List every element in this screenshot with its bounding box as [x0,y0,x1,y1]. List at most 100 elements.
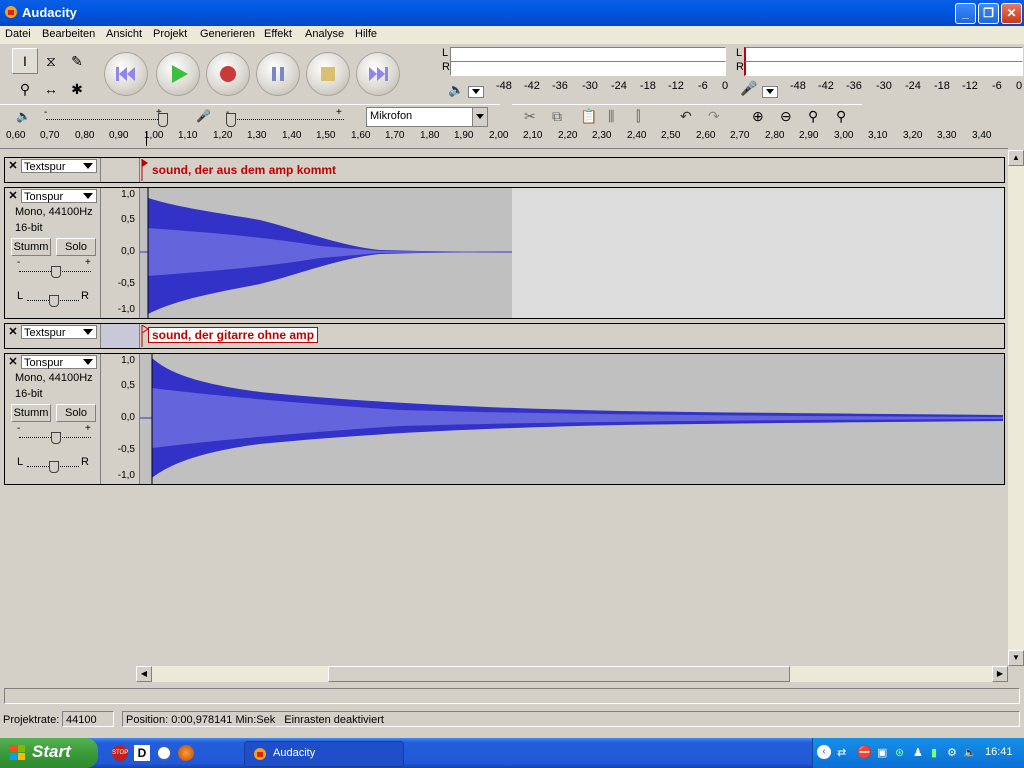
output-volume-icon: 🔈 [16,109,31,123]
scroll-down-icon[interactable]: ▼ [1008,650,1024,666]
menu-ansicht[interactable]: Ansicht [106,28,142,40]
label-track-content[interactable]: sound, der aus dem amp kommt [140,158,1004,182]
scroll-right-icon[interactable]: ▶ [992,666,1008,682]
taskbar: Start STOP D Audacity ‹ ⇄ ⛔ ▣ ⊛ ♟ ▮ ⚙ 🔈 … [0,738,1024,768]
fit-selection-icon[interactable]: ⚲ [808,108,818,125]
paste-icon[interactable]: 📋 [580,108,597,125]
tray-expand-icon[interactable]: ‹ [817,745,831,759]
skip-start-button[interactable] [104,52,148,96]
selection-tool-icon[interactable]: I [12,48,38,74]
media-quicklaunch-icon[interactable] [156,745,172,761]
track-control-panel: ✕ Tonspur Mono, 44100Hz 16-bit Stumm Sol… [5,188,101,318]
track-bitdepth: 16-bit [15,388,43,400]
mute-button[interactable]: Stumm [11,238,51,256]
label-text[interactable]: sound, der aus dem amp kommt [152,163,336,177]
scroll-up-icon[interactable]: ▲ [1008,150,1024,166]
timeshift-tool-icon[interactable]: ↔ [38,76,64,102]
track-name-menu[interactable]: Textspur [21,325,97,339]
horizontal-scrollbar[interactable]: ◀ ▶ [136,666,1008,682]
play-button[interactable] [156,52,200,96]
tray-monitor-icon[interactable]: ▣ [877,746,887,759]
zoom-in-icon[interactable]: ⊕ [752,108,764,125]
solo-button[interactable]: Solo [56,238,96,256]
mute-button[interactable]: Stumm [11,404,51,422]
tray-user-icon[interactable]: ♟ [913,746,923,759]
skip-end-button[interactable] [356,52,400,96]
gain-slider[interactable] [19,266,91,278]
maximize-button[interactable]: ❐ [978,3,999,24]
copy-icon[interactable]: ⧉ [552,108,562,125]
pan-slider[interactable] [27,461,79,473]
minimize-button[interactable]: _ [955,3,976,24]
menu-datei[interactable]: Datei [5,28,31,40]
gain-slider[interactable] [19,432,91,444]
amplitude-ruler: 1,0 0,5 0,0 -0,5 -1,0 [101,188,140,318]
input-source-select[interactable]: Mikrofon [366,107,488,127]
draw-tool-icon[interactable]: ✎ [64,48,90,74]
undo-icon[interactable]: ↶ [680,108,692,125]
multi-tool-icon[interactable]: ✱ [64,76,90,102]
stop-button[interactable] [306,52,350,96]
project-rate-field[interactable]: 44100 [62,711,114,727]
track-close-icon[interactable]: ✕ [7,356,19,368]
play-meter-menu-button[interactable] [468,86,484,98]
track-name-menu[interactable]: Tonspur [21,189,97,203]
menu-generieren[interactable]: Generieren [200,28,255,40]
track-name-menu[interactable]: Tonspur [21,355,97,369]
scroll-left-icon[interactable]: ◀ [136,666,152,682]
cut-icon[interactable]: ✂ [524,108,536,125]
label-marker-icon [141,159,148,181]
close-button[interactable]: ✕ [1001,3,1022,24]
firefox-quicklaunch-icon[interactable] [178,745,194,761]
zoom-out-icon[interactable]: ⊖ [780,108,792,125]
track-close-icon[interactable]: ✕ [7,160,19,172]
audio-track-1: ✕ Tonspur Mono, 44100Hz 16-bit Stumm Sol… [4,187,1005,319]
speaker-icon: 🔈 [448,82,465,97]
rec-meter-menu-button[interactable] [762,86,778,98]
pause-button[interactable] [256,52,300,96]
tray-settings-icon[interactable]: ⚙ [947,746,957,759]
menu-projekt[interactable]: Projekt [153,28,187,40]
label-track-content[interactable]: sound, der gitarre ohne amp [140,324,1004,348]
scroll-thumb[interactable] [328,666,790,682]
waveform-display[interactable] [140,188,1004,318]
tray-shield-icon[interactable]: ⊛ [895,746,904,759]
rec-meter-scale: -48 -42 -36 -30 -24 -18 -12 -6 0 [790,80,1023,92]
zoom-tool-icon[interactable]: ⚲ [12,76,38,102]
tray-signal-icon[interactable]: ▮ [931,746,937,759]
pan-slider[interactable] [27,295,79,307]
input-volume-slider[interactable]: - + [226,107,346,127]
start-button[interactable]: Start [0,738,98,768]
trim-icon[interactable]: ⫼ [608,108,614,125]
menu-effekt[interactable]: Effekt [264,28,292,40]
menu-analyse[interactable]: Analyse [305,28,344,40]
track-close-icon[interactable]: ✕ [7,190,19,202]
vertical-scrollbar[interactable]: ▲ ▼ [1008,150,1024,666]
menu-hilfe[interactable]: Hilfe [355,28,377,40]
d-quicklaunch-icon[interactable]: D [134,745,150,761]
solo-button[interactable]: Solo [56,404,96,422]
tray-network-icon[interactable]: ⇄ [837,746,846,759]
stop-quicklaunch-icon[interactable]: STOP [112,745,128,761]
fit-project-icon[interactable]: ⚲ [836,108,846,125]
tray-antivirus-icon[interactable]: ⛔ [857,745,872,759]
tray-clock[interactable]: 16:41 [985,746,1013,758]
timeline-ruler[interactable]: 0,60 0,70 0,80 0,90 1,00 1,10 1,20 1,30 … [0,130,1008,149]
track-name-menu[interactable]: Textspur [21,159,97,173]
menu-bearbeiten[interactable]: Bearbeiten [42,28,95,40]
silence-icon[interactable]: ⫿ [636,108,640,125]
waveform-2 [140,354,1003,484]
redo-icon[interactable]: ↷ [708,108,720,125]
tray-volume-icon[interactable]: 🔈 [963,746,977,759]
taskbar-item-audacity[interactable]: Audacity [244,741,404,767]
record-button[interactable] [206,52,250,96]
meter-toolbar: L R L R 🔈 -48 -42 -36 -30 -24 -18 -12 -6… [432,44,1024,100]
playhead-marker [146,132,147,146]
label-text-editing[interactable]: sound, der gitarre ohne amp [148,327,319,343]
output-volume-slider[interactable]: - + [44,107,174,127]
waveform-1 [140,188,512,318]
track-close-icon[interactable]: ✕ [7,326,19,338]
play-meter-right-label: R [442,61,450,73]
envelope-tool-icon[interactable]: ⧖ [38,48,64,74]
waveform-display[interactable] [140,354,1004,484]
